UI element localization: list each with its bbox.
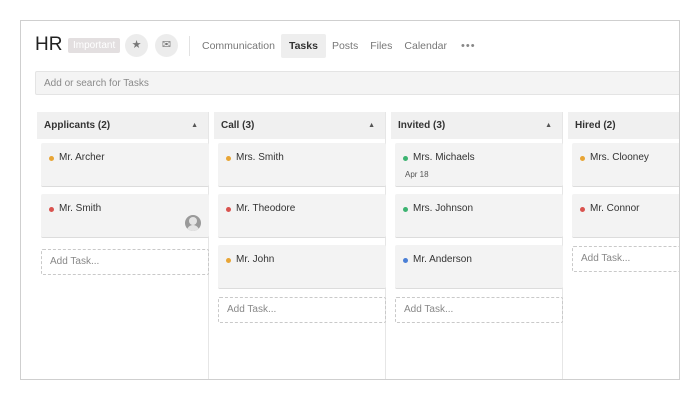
mail-button[interactable]: ✉	[155, 34, 178, 57]
status-dot	[403, 207, 408, 212]
task-card-name: Mr. Connor	[590, 203, 640, 214]
task-card-name: Mrs. Michaels	[413, 152, 475, 163]
tab-communication[interactable]: Communication	[196, 34, 281, 58]
task-card[interactable]: Mr. John	[218, 245, 386, 289]
important-badge: Important	[68, 38, 121, 53]
header-divider	[189, 36, 190, 56]
star-icon: ★	[131, 39, 142, 51]
more-dots-icon[interactable]: •••	[453, 40, 484, 52]
task-card-name: Mrs. Smith	[236, 152, 284, 163]
add-task-input[interactable]: Add Task...	[41, 249, 209, 275]
column-title: Hired (2)	[575, 120, 616, 131]
status-dot	[226, 258, 231, 263]
avatar	[185, 215, 201, 231]
page-header: HR Important ★ ✉ Communication Tasks Pos…	[21, 21, 679, 71]
star-button[interactable]: ★	[125, 34, 148, 57]
task-card[interactable]: Mr. Smith	[41, 194, 209, 238]
status-dot	[226, 156, 231, 161]
tab-files[interactable]: Files	[364, 34, 398, 58]
column-hired: Hired (2) Mrs. Clooney Mr. Connor Add Ta…	[568, 112, 679, 379]
column-title: Applicants (2)	[44, 120, 111, 131]
tab-posts[interactable]: Posts	[326, 34, 364, 58]
task-card-name: Mr. John	[236, 254, 275, 265]
status-dot	[49, 207, 54, 212]
nav-tabs: Communication Tasks Posts Files Calendar…	[196, 34, 484, 58]
column-header[interactable]: Applicants (2) ▲	[37, 112, 208, 139]
column-header[interactable]: Hired (2)	[568, 112, 679, 139]
column-call: Call (3) ▲ Mrs. Smith Mr. Theodore Mr. J…	[214, 112, 386, 379]
add-task-input[interactable]: Add Task...	[218, 297, 386, 323]
task-card-name: Mr. Smith	[59, 203, 102, 214]
task-card-name: Mr. Anderson	[413, 254, 472, 265]
kanban-board: Applicants (2) ▲ Mr. Archer Mr. Smith Ad…	[37, 112, 679, 379]
task-card[interactable]: Mr. Connor	[572, 194, 679, 238]
column-title: Call (3)	[221, 120, 255, 131]
task-card-name: Mr. Archer	[59, 152, 105, 163]
task-search-input[interactable]	[35, 71, 679, 95]
page-title: HR	[35, 34, 63, 55]
task-card[interactable]: Mrs. Clooney	[572, 143, 679, 187]
task-card[interactable]: Mrs. Smith	[218, 143, 386, 187]
tab-calendar[interactable]: Calendar	[398, 34, 453, 58]
add-task-input[interactable]: Add Task...	[395, 297, 563, 323]
app-frame: HR Important ★ ✉ Communication Tasks Pos…	[20, 20, 680, 380]
due-date: Apr 18	[405, 170, 429, 179]
task-card[interactable]: Mrs. Michaels Apr 18	[395, 143, 563, 187]
column-applicants: Applicants (2) ▲ Mr. Archer Mr. Smith Ad…	[37, 112, 209, 379]
task-card-name: Mrs. Clooney	[590, 152, 649, 163]
caret-down-icon[interactable]: ▲	[545, 112, 552, 139]
task-card[interactable]: Mrs. Johnson	[395, 194, 563, 238]
status-dot	[580, 207, 585, 212]
status-dot	[49, 156, 54, 161]
column-invited: Invited (3) ▲ Mrs. Michaels Apr 18 Mrs. …	[391, 112, 563, 379]
status-dot	[403, 258, 408, 263]
column-header[interactable]: Call (3) ▲	[214, 112, 385, 139]
task-card[interactable]: Mr. Archer	[41, 143, 209, 187]
task-card[interactable]: Mr. Theodore	[218, 194, 386, 238]
add-task-input[interactable]: Add Task...	[572, 246, 679, 272]
status-dot	[403, 156, 408, 161]
status-dot	[226, 207, 231, 212]
task-card-name: Mrs. Johnson	[413, 203, 474, 214]
column-header[interactable]: Invited (3) ▲	[391, 112, 562, 139]
mail-icon: ✉	[161, 39, 172, 51]
tab-tasks[interactable]: Tasks	[280, 34, 326, 58]
task-card-name: Mr. Theodore	[236, 203, 296, 214]
task-card[interactable]: Mr. Anderson	[395, 245, 563, 289]
column-title: Invited (3)	[398, 120, 446, 131]
caret-down-icon[interactable]: ▲	[368, 112, 375, 139]
status-dot	[580, 156, 585, 161]
caret-down-icon[interactable]: ▲	[191, 112, 198, 139]
